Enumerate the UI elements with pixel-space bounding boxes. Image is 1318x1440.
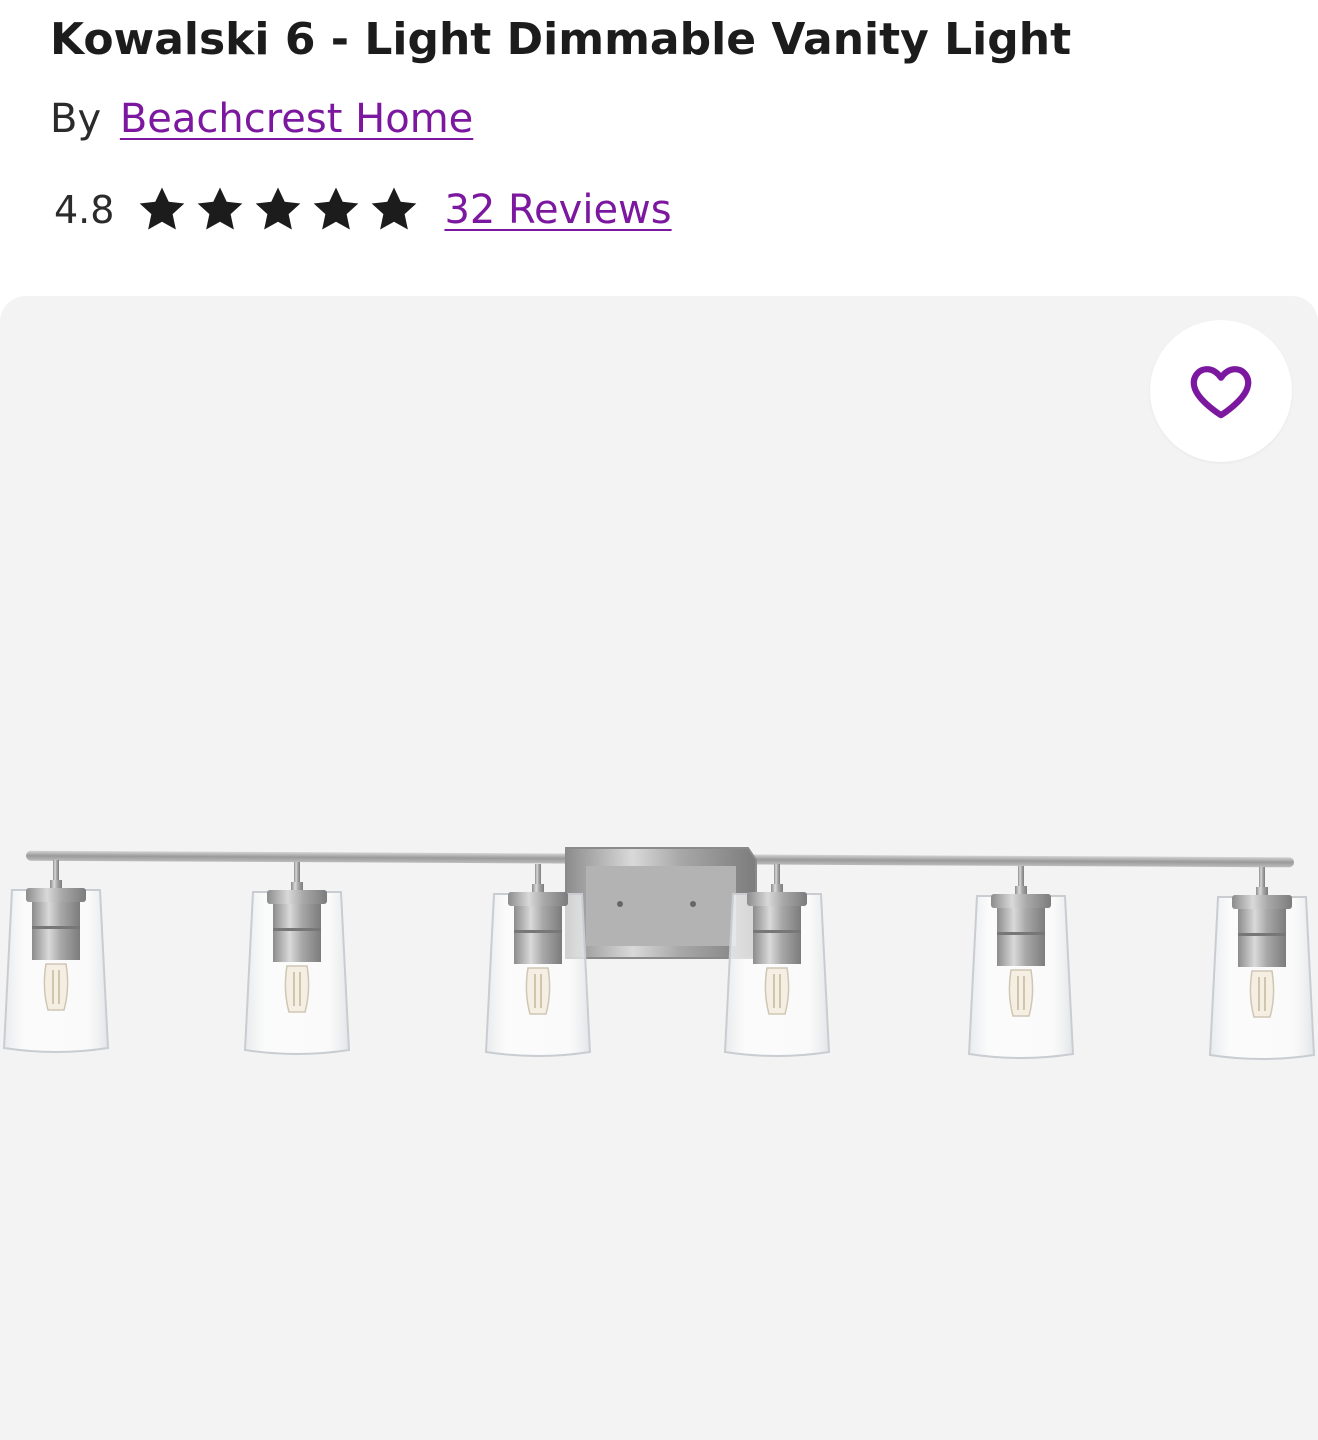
brand-byline: By Beachcrest Home — [50, 96, 473, 142]
by-prefix: By — [50, 96, 102, 142]
product-image-gallery[interactable] — [0, 296, 1318, 1440]
star-icon — [314, 187, 359, 230]
product-image — [3, 847, 1315, 1060]
star-icon — [198, 187, 243, 230]
favorite-button[interactable] — [1150, 320, 1292, 462]
reviews-link[interactable]: 32 Reviews — [444, 187, 671, 233]
rating-row: 4.8 32 Reviews — [54, 184, 672, 236]
star-rating — [136, 184, 420, 236]
heart-outline-icon — [1190, 366, 1252, 419]
star-icon — [372, 187, 417, 230]
brand-link[interactable]: Beachcrest Home — [120, 96, 473, 142]
rating-value: 4.8 — [54, 188, 115, 232]
star-icon — [256, 187, 301, 230]
star-icon — [140, 187, 185, 230]
product-title: Kowalski 6 - Light Dimmable Vanity Light — [50, 14, 1072, 65]
